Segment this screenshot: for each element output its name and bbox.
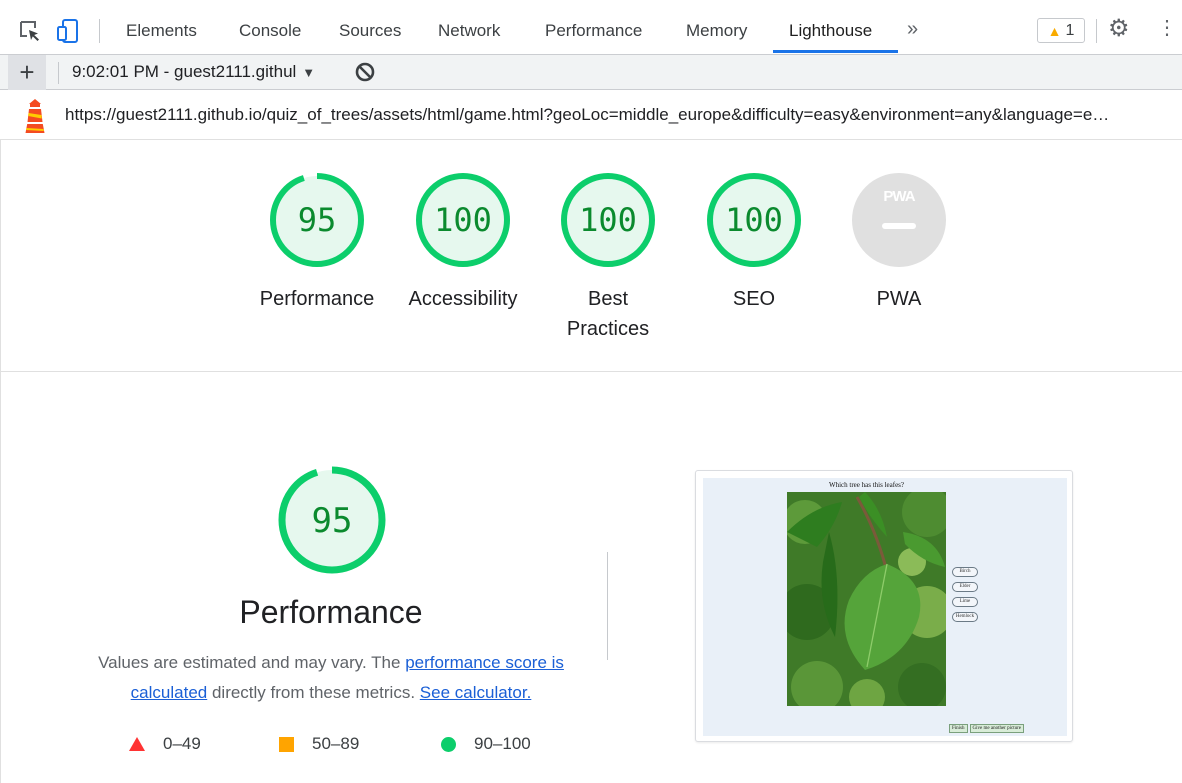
section-title: Performance [239, 594, 423, 630]
legend-range: 90–100 [474, 734, 531, 753]
score-value: 95 [298, 201, 337, 239]
gear-icon[interactable]: ⚙ [1108, 17, 1130, 41]
report-selector[interactable]: 9:02:01 PM - guest2111.githul ▼ [72, 62, 315, 82]
inspect-element-icon[interactable] [17, 16, 43, 46]
legend-item-fail: 0–49 [129, 734, 201, 754]
toolbar-divider [58, 62, 59, 84]
screenshot-option: Lime [952, 597, 978, 607]
tab-console[interactable]: Console [239, 0, 301, 55]
dropdown-caret-icon: ▼ [302, 65, 316, 80]
screenshot-buttons: Finish Give me another picture [949, 724, 1024, 733]
device-toolbar-icon[interactable] [56, 16, 82, 46]
new-report-button[interactable]: + [8, 55, 46, 90]
legend-range: 50–89 [312, 734, 360, 753]
tab-network[interactable]: Network [438, 0, 500, 55]
score-legend: 0–49 50–89 90–100 [129, 734, 559, 756]
gauge-label: Best Practices [566, 288, 650, 340]
gauge-best-practices[interactable]: 100 Best Practices [533, 170, 683, 344]
screenshot-option: Hemlock [952, 612, 978, 622]
tab-memory[interactable]: Memory [686, 0, 747, 55]
score-value: 100 [434, 201, 492, 239]
screenshot-finish-button: Finish [949, 724, 968, 733]
score-value: 100 [725, 201, 783, 239]
screenshot-page: Which tree has this leafes? Birch Elder … [703, 478, 1067, 736]
issues-badge[interactable]: ▲ 1 [1037, 18, 1085, 43]
section-divider [607, 552, 608, 660]
gauge-label: PWA [876, 288, 922, 310]
legend-item-pass: 90–100 [441, 734, 531, 754]
performance-section: 95 Performance Values are estimated and … [0, 372, 1182, 783]
fail-triangle-icon [129, 737, 145, 751]
average-square-icon [279, 736, 294, 752]
see-calculator-link[interactable]: See calculator. [420, 683, 532, 702]
report-url[interactable]: https://guest2111.github.io/quiz_of_tree… [65, 105, 1172, 125]
tab-sources[interactable]: Sources [339, 0, 401, 55]
toolbar-divider [99, 19, 100, 43]
description-text: Values are estimated and may vary. The [98, 653, 406, 672]
screenshot-question: Which tree has this leafes? [828, 481, 905, 489]
pass-circle-icon [441, 736, 456, 752]
gauge-label: SEO [732, 288, 776, 310]
score-gauge: 95 [278, 466, 386, 574]
active-tab-indicator [773, 50, 898, 53]
tab-elements[interactable]: Elements [126, 0, 197, 55]
score-gauge: 100 [561, 173, 655, 267]
tab-lighthouse[interactable]: Lighthouse [789, 0, 872, 55]
gauge-performance[interactable]: 95 Performance [242, 170, 392, 314]
screenshot-options: Birch Elder Lime Hemlock [952, 567, 978, 627]
gauge-seo[interactable]: 100 SEO [679, 170, 829, 314]
legend-range: 0–49 [163, 734, 201, 753]
screenshot-next-picture-button: Give me another picture [969, 724, 1024, 733]
screenshot-option: Elder [952, 582, 978, 592]
lighthouse-logo-icon [20, 98, 50, 134]
performance-score-gauge: 95 [276, 464, 388, 581]
section-description: Values are estimated and may vary. The p… [81, 648, 581, 708]
score-gauge: 100 [707, 173, 801, 267]
toolbar-divider [1096, 19, 1097, 43]
screenshot-option: Birch [952, 567, 978, 577]
more-tabs-chevron-icon[interactable]: » [907, 18, 918, 41]
warning-icon: ▲ [1047, 22, 1062, 39]
gauge-label: Accessibility [408, 288, 518, 310]
score-value: 95 [312, 501, 353, 541]
more-options-icon[interactable]: ⋮ [1157, 18, 1177, 38]
score-gauge: 95 [270, 173, 364, 267]
gauge-label: Performance [259, 288, 375, 310]
pwa-badge-icon: PWA [852, 173, 946, 267]
category-scores: 95 Performance 100 Accessibility 100 Bes… [0, 140, 1182, 372]
tab-performance[interactable]: Performance [545, 0, 642, 55]
final-screenshot[interactable]: Which tree has this leafes? Birch Elder … [695, 470, 1073, 742]
score-gauge: 100 [416, 173, 510, 267]
gauge-accessibility[interactable]: 100 Accessibility [388, 170, 538, 314]
clear-reports-icon[interactable] [354, 61, 376, 83]
pwa-badge-text: PWA [883, 188, 915, 205]
description-text: directly from these metrics. [207, 683, 420, 702]
score-value: 100 [579, 201, 637, 239]
devtools-tabbar: Elements Console Sources Network Perform… [0, 0, 1182, 55]
legend-item-average: 50–89 [279, 734, 359, 754]
gauge-pwa[interactable]: PWA PWA [824, 170, 974, 314]
lighthouse-toolbar: + 9:02:01 PM - guest2111.githul ▼ [0, 55, 1182, 90]
warning-count: 1 [1065, 21, 1075, 39]
report-url-bar: https://guest2111.github.io/quiz_of_tree… [0, 90, 1182, 140]
leaf-photo [787, 492, 946, 706]
report-selector-label: 9:02:01 PM - guest2111.githul [72, 62, 297, 81]
